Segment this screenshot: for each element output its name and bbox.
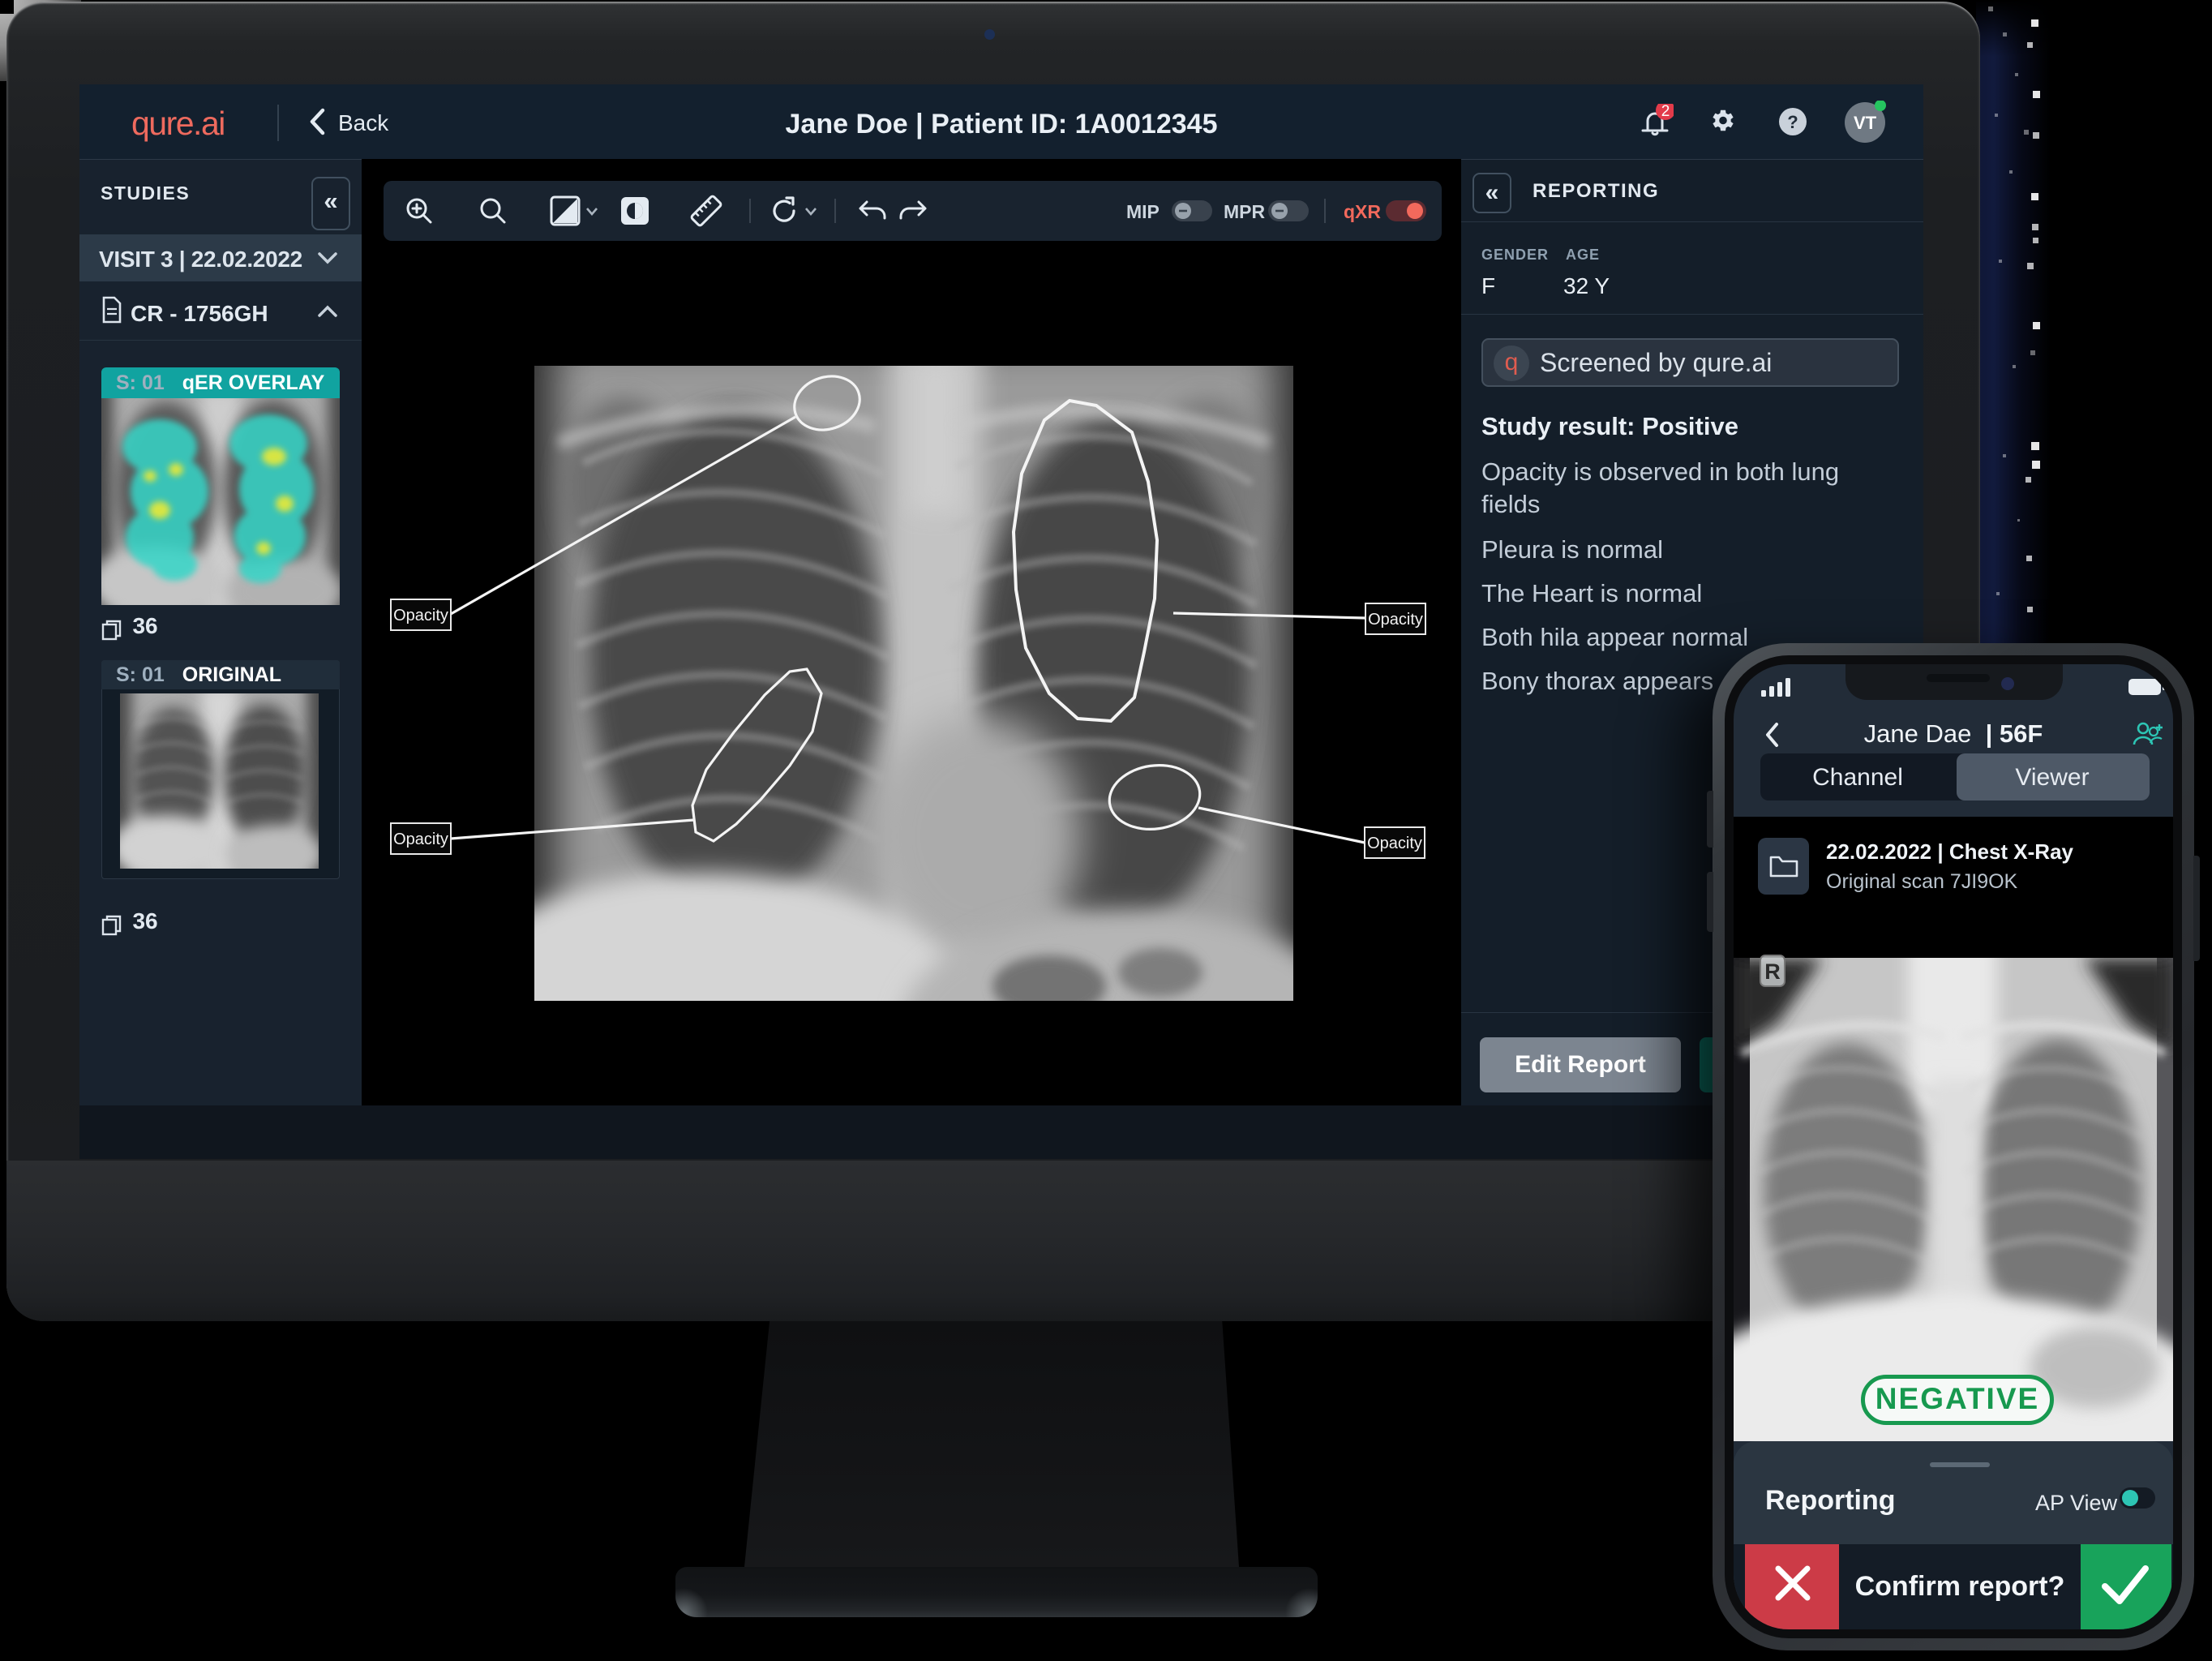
svg-text:Opacity: Opacity xyxy=(1368,611,1423,629)
svg-text:VT: VT xyxy=(1854,113,1877,133)
svg-text:2: 2 xyxy=(1661,104,1670,120)
svg-text:Opacity: Opacity xyxy=(1367,835,1422,852)
svg-text:Opacity: Opacity xyxy=(393,830,448,848)
svg-text:Opacity: Opacity xyxy=(393,607,448,624)
svg-text:?: ? xyxy=(1787,112,1798,132)
